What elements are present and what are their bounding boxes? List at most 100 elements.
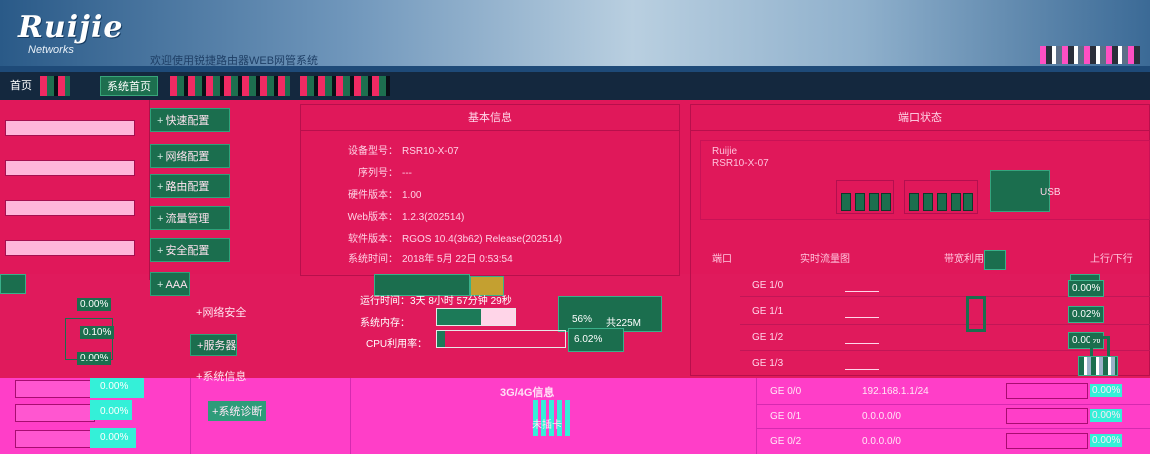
glitch-block [984, 250, 1006, 270]
ruijie-logo: Ruijie [18, 10, 124, 45]
iface-usage-bar [1006, 433, 1088, 449]
side-menu: + 快速配置 + 网络配置 + 路由配置 + 流量管理 + 安全配置 + AAA [150, 100, 295, 296]
glitch-block [966, 296, 986, 332]
port-icon[interactable] [951, 193, 961, 211]
cpu-usage-bar [436, 330, 566, 348]
iface-usage-bar [1006, 383, 1088, 399]
menu-traffic-mgmt[interactable]: + 流量管理 [150, 206, 230, 230]
port-row-pct: 0.02% [1068, 306, 1105, 323]
menu-server[interactable]: +服务器 [190, 334, 238, 356]
menu-system-diagnose[interactable]: +系统诊断 [208, 401, 267, 421]
glitch-block [65, 318, 113, 360]
page-root: Ruijie Networks 欢迎使用锐捷路由器WEB网管系统 首页 系统首页… [0, 0, 1150, 454]
tab-system-home[interactable]: 系统首页 [100, 76, 158, 96]
welcome-text: 欢迎使用锐捷路由器WEB网管系统 [150, 55, 319, 67]
memory-label: 系统内存： [360, 318, 410, 329]
traffic-sparkline [845, 282, 879, 292]
g4-status: 未插卡 [532, 420, 562, 431]
row-separator [756, 428, 1150, 429]
port-icon[interactable] [963, 193, 973, 211]
port-row-pct: 0.00% [1068, 280, 1105, 297]
cpu-usage-fill [437, 331, 445, 347]
menu-aaa[interactable]: + AAA [150, 272, 190, 296]
bottom-content-area [0, 378, 1150, 454]
column-divider [756, 378, 757, 454]
bottom-pct-0: 0.00% [100, 381, 129, 392]
info-row-time: 系统时间： 2018年 5月 22日 0:53:54 [348, 254, 513, 265]
iface-pct: 0.00% [1090, 409, 1123, 422]
left-bar [5, 120, 135, 136]
left-pct-0: 0.00% [77, 298, 112, 311]
cpu-label: CPU利用率： [366, 339, 428, 350]
iface-pct: 0.00% [1090, 434, 1123, 447]
column-divider [350, 378, 351, 454]
col-header-port: 端口 [712, 254, 732, 265]
list-bar [15, 380, 95, 398]
port-icon[interactable] [923, 193, 933, 211]
info-row-model: 设备型号： RSR10-X-07 [348, 146, 459, 157]
menu-network-config[interactable]: + 网络配置 [150, 144, 230, 168]
traffic-sparkline [845, 334, 879, 344]
port-icon[interactable] [881, 193, 891, 211]
memory-value: 56% [572, 314, 593, 325]
bottom-pct-1: 0.00% [100, 406, 129, 417]
left-bar [5, 200, 135, 216]
uptime-row: 运行时间：3天 8小时 57分钟 29秒 [360, 296, 512, 307]
info-row-serial: 序列号： --- [358, 168, 412, 179]
iface-name: GE 0/0 [770, 386, 802, 397]
iface-usage-bar [1006, 408, 1088, 424]
iface-ip: 0.0.0.0/0 [862, 436, 901, 447]
iface-ip: 0.0.0.0/0 [862, 411, 901, 422]
port-icon[interactable] [909, 193, 919, 211]
row-separator [756, 404, 1150, 405]
col-header-updown: 上行/下行 [1090, 254, 1133, 265]
menu-net-security[interactable]: +网络安全 [190, 302, 246, 324]
menu-quick-config[interactable]: + 快速配置 [150, 108, 230, 132]
port-row-name: GE 1/0 [752, 280, 784, 291]
menu-security-config[interactable]: + 安全配置 [150, 238, 230, 262]
iface-pct: 0.00% [1090, 384, 1123, 397]
list-bar [15, 404, 95, 422]
nav-glitch-strip-2 [300, 76, 390, 96]
row-separator [740, 350, 1150, 351]
info-row-sw: 软件版本： RGOS 10.4(3b62) Release(202514) [348, 234, 563, 245]
left-bar [5, 240, 135, 256]
g4-info-title: 3G/4G信息 [500, 387, 555, 399]
menu-system-info[interactable]: +系统信息 [190, 366, 246, 388]
basic-info-title: 基本信息 [301, 105, 679, 131]
usb-label: USB [1040, 187, 1061, 198]
row-separator [740, 324, 1150, 325]
glitch-block [1078, 356, 1118, 376]
port-icon[interactable] [937, 193, 947, 211]
header-banner: Ruijie Networks 欢迎使用锐捷路由器WEB网管系统 [0, 0, 1150, 72]
iface-ip: 192.168.1.1/24 [862, 386, 929, 397]
port-icon[interactable] [869, 193, 879, 211]
logo-subtitle: Networks [28, 44, 74, 56]
port-icon[interactable] [855, 193, 865, 211]
column-divider [190, 378, 191, 454]
bottom-pct-2: 0.00% [100, 432, 129, 443]
nav-home[interactable]: 首页 [4, 76, 38, 96]
list-bar [15, 430, 95, 448]
port-row-name: GE 1/3 [752, 358, 784, 369]
port-status-title: 端口状态 [691, 105, 1149, 131]
nav-glitch-strip [170, 76, 290, 96]
traffic-sparkline [845, 360, 879, 370]
iface-name: GE 0/2 [770, 436, 802, 447]
port-group-2 [904, 180, 978, 214]
top-navbar: 首页 系统首页 [0, 72, 1150, 100]
info-row-web: Web版本： 1.2.3(202514) [347, 212, 465, 223]
memory-usage-bar [436, 308, 516, 326]
col-header-traffic: 实时流量图 [800, 254, 850, 265]
nav-icon-glitch [40, 76, 70, 96]
port-icon[interactable] [841, 193, 851, 211]
traffic-sparkline [845, 308, 879, 318]
device-model: Ruijie RSR10-X-07 [712, 146, 769, 169]
info-row-hw: 硬件版本： 1.00 [348, 190, 422, 201]
port-row-name: GE 1/1 [752, 306, 784, 317]
header-toolbar-icons[interactable] [1040, 46, 1140, 64]
memory-usage-fill [437, 309, 481, 325]
menu-route-config[interactable]: + 路由配置 [150, 174, 230, 198]
left-bar [5, 160, 135, 176]
port-row-name: GE 1/2 [752, 332, 784, 343]
